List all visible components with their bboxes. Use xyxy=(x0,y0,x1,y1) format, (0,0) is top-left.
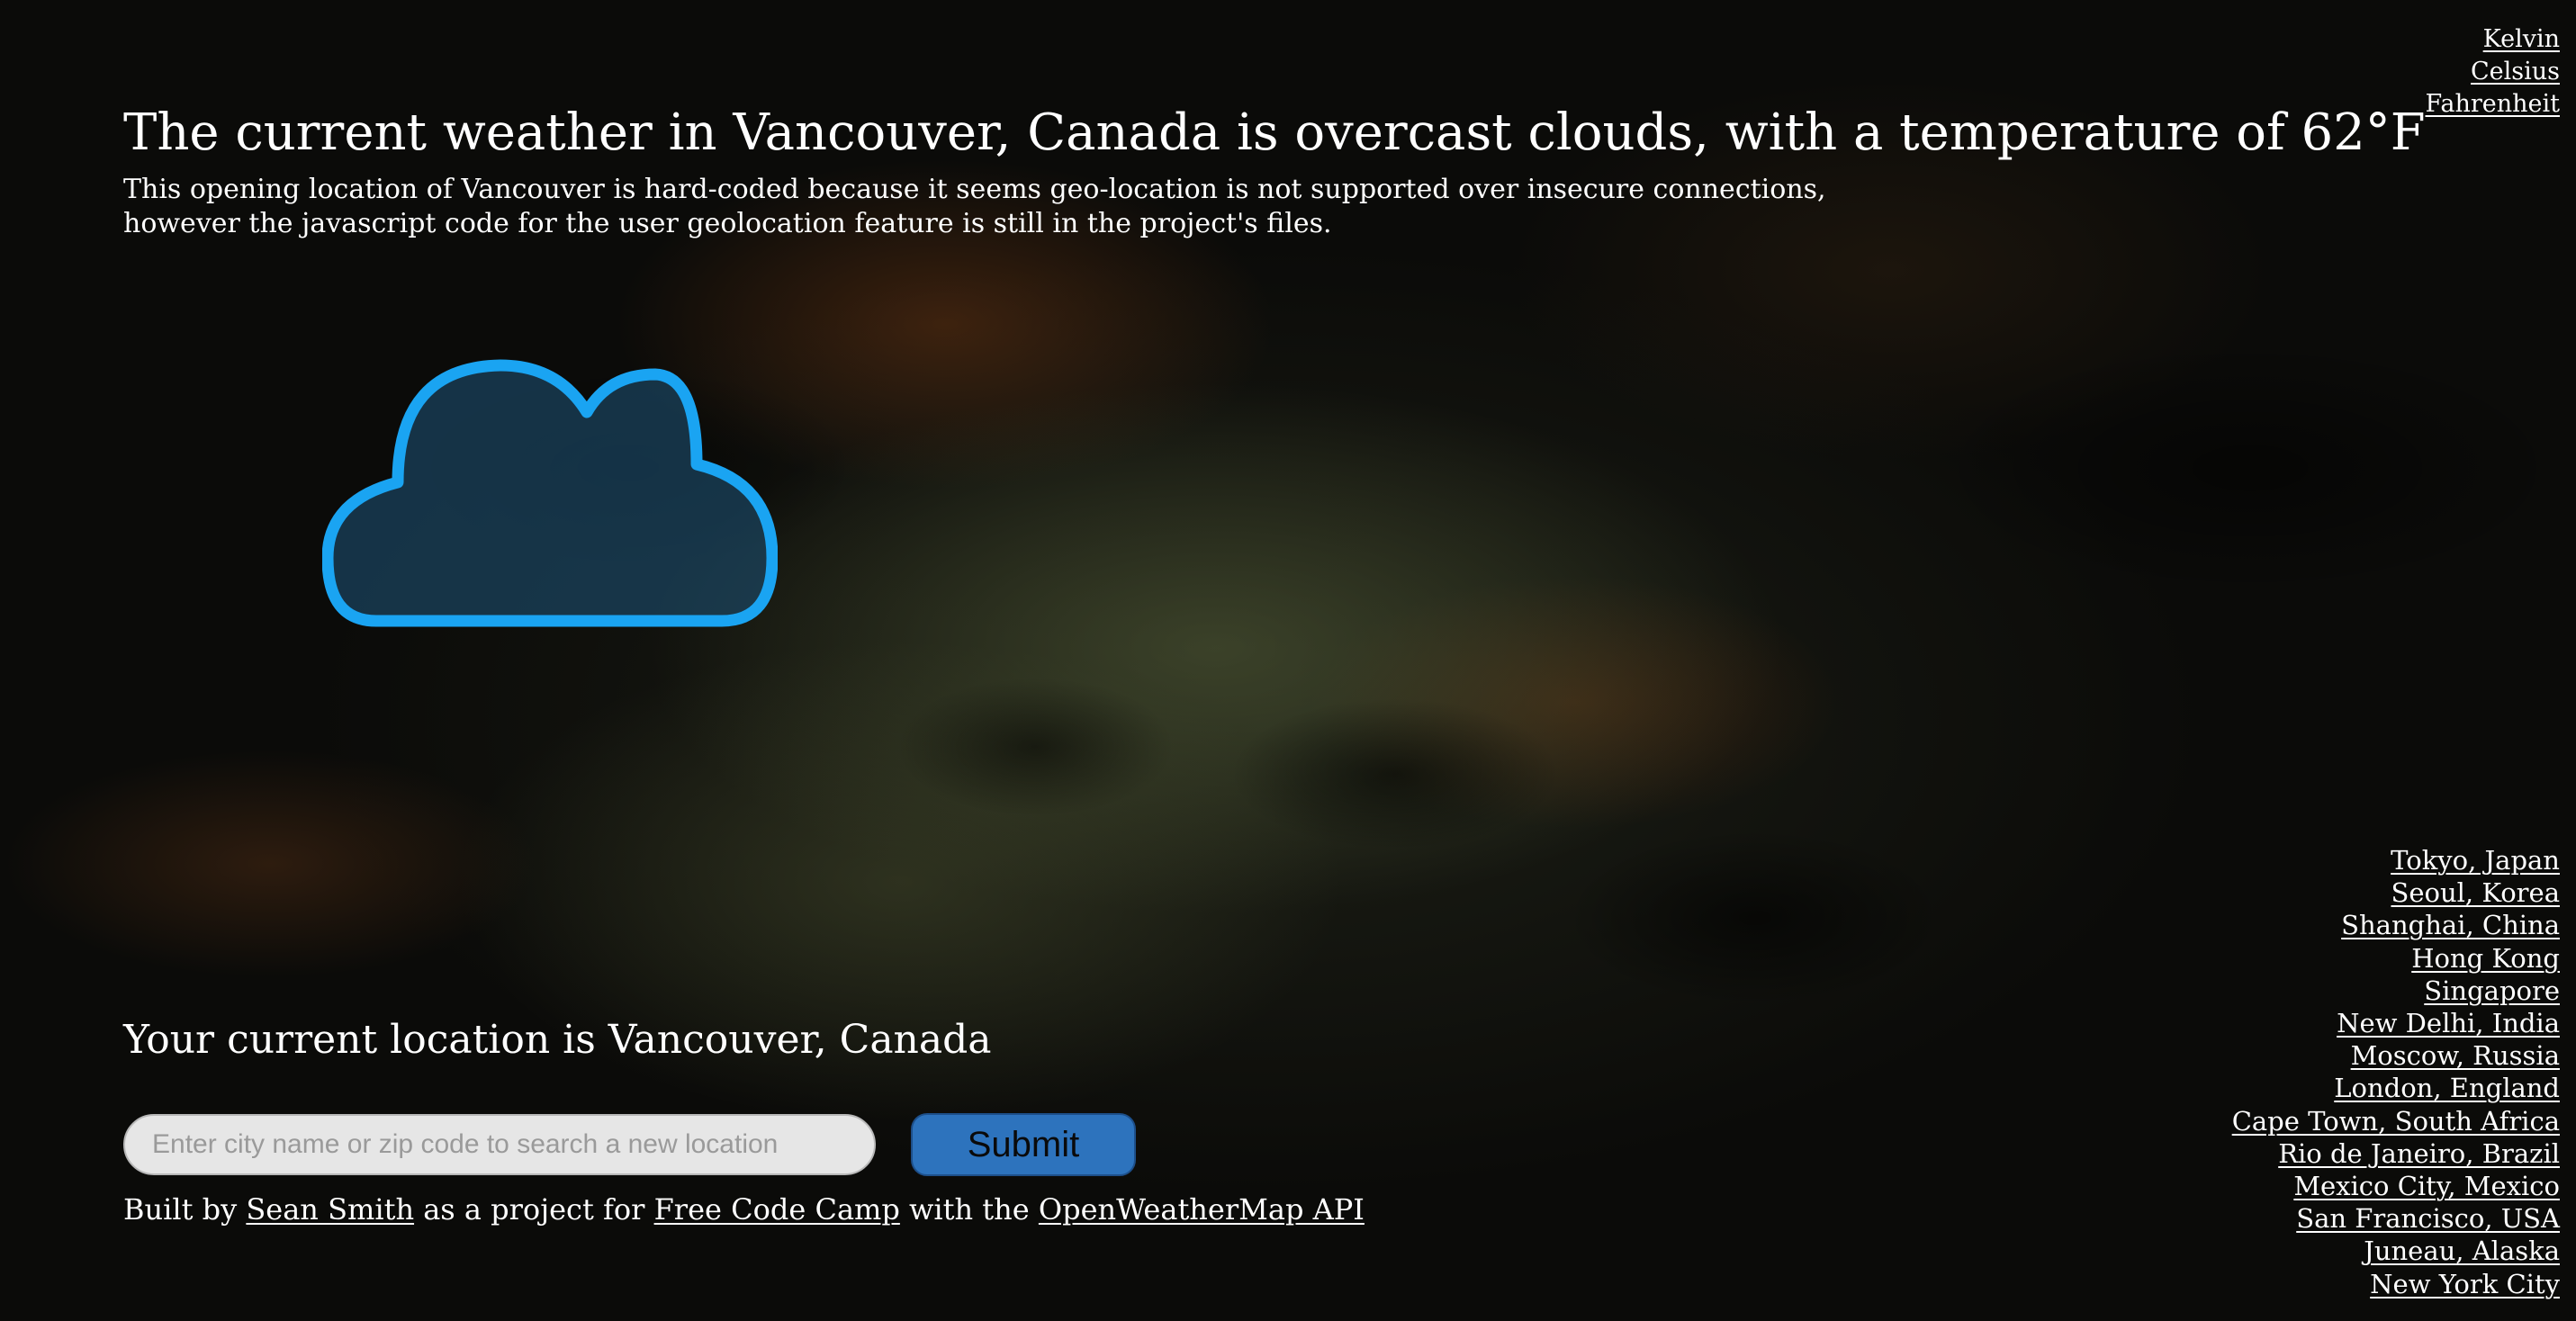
unit-link-fahrenheit[interactable]: Fahrenheit xyxy=(2425,88,2560,121)
city-link-tokyo[interactable]: Tokyo, Japan xyxy=(2232,844,2560,876)
city-link-shanghai[interactable]: Shanghai, China xyxy=(2232,909,2560,941)
city-link-rio-de-janeiro[interactable]: Rio de Janeiro, Brazil xyxy=(2232,1137,2560,1170)
openweathermap-api-link[interactable]: OpenWeatherMap API xyxy=(1039,1192,1365,1227)
credits-middle: as a project for xyxy=(423,1192,645,1227)
author-link[interactable]: Sean Smith xyxy=(246,1192,414,1227)
city-link-london[interactable]: London, England xyxy=(2232,1072,2560,1104)
credits-footer: Built by Sean Smith as a project for Fre… xyxy=(123,1191,1365,1227)
city-list: Tokyo, Japan Seoul, Korea Shanghai, Chin… xyxy=(2232,844,2560,1300)
city-link-singapore[interactable]: Singapore xyxy=(2232,975,2560,1007)
unit-link-celsius[interactable]: Celsius xyxy=(2425,56,2560,88)
city-link-hong-kong[interactable]: Hong Kong xyxy=(2232,942,2560,975)
credits-with: with the xyxy=(909,1192,1030,1227)
geolocation-note-line-2: however the javascript code for the user… xyxy=(123,208,1332,239)
cloud-icon xyxy=(322,359,778,627)
city-search-input[interactable] xyxy=(123,1114,876,1175)
submit-button[interactable]: Submit xyxy=(911,1113,1136,1176)
unit-switcher: Kelvin Celsius Fahrenheit xyxy=(2425,23,2560,121)
cloud-shape xyxy=(322,359,778,627)
city-link-juneau[interactable]: Juneau, Alaska xyxy=(2232,1235,2560,1267)
weather-headline: The current weather in Vancouver, Canada… xyxy=(123,103,2426,162)
unit-link-kelvin[interactable]: Kelvin xyxy=(2425,23,2560,56)
city-link-cape-town[interactable]: Cape Town, South Africa xyxy=(2232,1105,2560,1137)
current-location-heading: Your current location is Vancouver, Cana… xyxy=(123,1017,992,1063)
city-link-new-york[interactable]: New York City xyxy=(2232,1268,2560,1300)
city-link-mexico-city[interactable]: Mexico City, Mexico xyxy=(2232,1170,2560,1202)
city-link-san-francisco[interactable]: San Francisco, USA xyxy=(2232,1202,2560,1235)
free-code-camp-link[interactable]: Free Code Camp xyxy=(654,1192,900,1227)
credits-prefix: Built by xyxy=(123,1192,238,1227)
geolocation-note-line-1: This opening location of Vancouver is ha… xyxy=(123,174,1826,205)
city-link-moscow[interactable]: Moscow, Russia xyxy=(2232,1039,2560,1072)
city-link-new-delhi[interactable]: New Delhi, India xyxy=(2232,1007,2560,1039)
city-link-seoul[interactable]: Seoul, Korea xyxy=(2232,876,2560,909)
geolocation-note: This opening location of Vancouver is ha… xyxy=(123,173,1826,241)
